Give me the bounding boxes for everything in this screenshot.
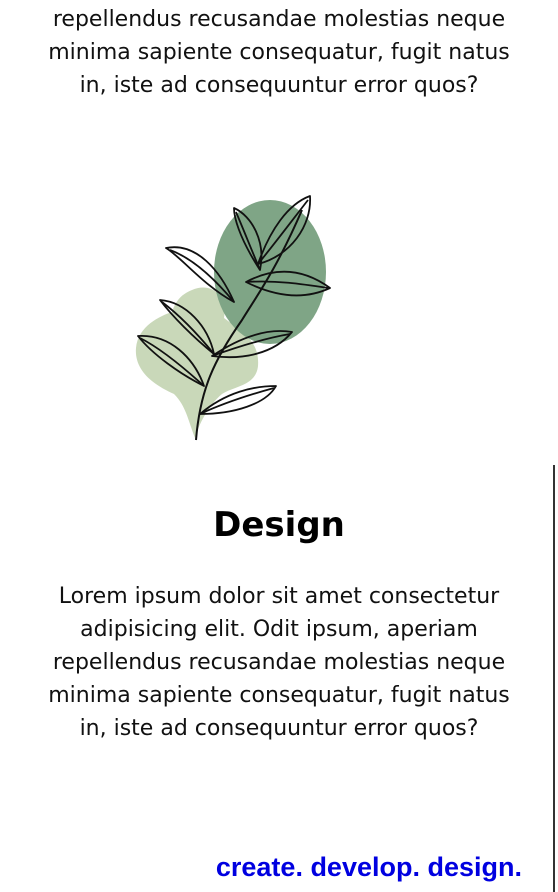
- design-title: Design: [213, 505, 345, 545]
- paragraph-line: adipisicing elit. Odit ipsum, aperiam: [80, 617, 478, 642]
- paragraph-line: in, iste ad consequuntur error quos?: [79, 716, 479, 741]
- paragraph-line: in, iste ad consequuntur error quos?: [79, 73, 479, 98]
- vertical-divider: [553, 465, 555, 892]
- paragraph-line: minima sapiente consequatur, fugit natus: [48, 683, 510, 708]
- paragraph-line: repellendus recusandae molestias neque: [52, 650, 506, 675]
- paragraph-line: minima sapiente consequatur, fugit natus: [48, 40, 510, 65]
- dark-blob: [214, 200, 326, 344]
- tagline: create. develop. design.: [215, 852, 522, 882]
- top-paragraph: repellendus recusandae molestias neque m…: [0, 3, 558, 102]
- paragraph-line: Lorem ipsum dolor sit amet consectetur: [58, 584, 500, 609]
- design-paragraph: Lorem ipsum dolor sit amet consectetur a…: [0, 580, 558, 745]
- leaf-branch-icon: [130, 190, 340, 445]
- paragraph-line: repellendus recusandae molestias neque: [52, 7, 506, 32]
